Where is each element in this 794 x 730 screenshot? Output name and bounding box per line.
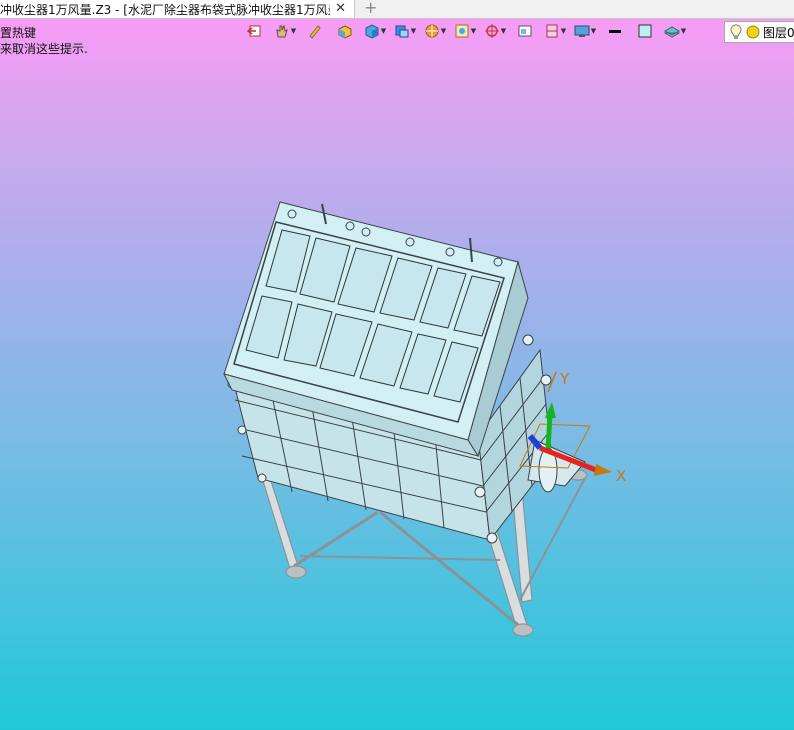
- new-tab-button[interactable]: +: [364, 0, 377, 17]
- cube-icon: [365, 24, 379, 39]
- tab-bar: 冲收尘器1万风量.Z3 - [水泥厂除尘器布袋式脉冲收尘器1万风量] ✕ +: [0, 0, 794, 19]
- frame-icon: [455, 24, 469, 38]
- layer-name: 图层0: [763, 25, 794, 40]
- hand-icon: [276, 24, 288, 38]
- cube-button[interactable]: ▼: [360, 20, 390, 42]
- y-axis-arrow: [545, 415, 553, 449]
- support-leg-left: [261, 477, 301, 576]
- layer-stack-icon: [663, 26, 680, 38]
- pencil-icon: [309, 25, 321, 39]
- display-icon: [574, 25, 590, 37]
- exit-sketch-button[interactable]: [240, 20, 270, 42]
- window-icon: [518, 25, 532, 37]
- exit-sketch-icon: [247, 25, 261, 37]
- close-icon[interactable]: ✕: [335, 0, 346, 18]
- target-icon: [484, 24, 499, 38]
- section-icon: [546, 24, 558, 38]
- sketch-button[interactable]: [300, 20, 330, 42]
- view-cube-button[interactable]: ▼: [390, 20, 420, 42]
- view-cube-icon: [395, 25, 409, 38]
- graphics-viewport[interactable]: X Y 置热键 来取消这些提示.: [0, 19, 794, 730]
- line-icon: [609, 30, 621, 33]
- hint-line-1: 置热键: [0, 26, 37, 40]
- frame-button[interactable]: ▼: [450, 20, 480, 42]
- color-button[interactable]: [630, 20, 660, 42]
- section-button[interactable]: ▼: [540, 20, 570, 42]
- foot-pad-front: [512, 623, 534, 637]
- layer-stack-button[interactable]: ▼: [660, 20, 690, 42]
- box-icon: [338, 25, 352, 39]
- layer-selector[interactable]: 图层0: [724, 21, 794, 43]
- model-graphics[interactable]: X Y: [0, 19, 794, 730]
- render-button[interactable]: ▼: [420, 20, 450, 42]
- foot-pad-left: [285, 565, 307, 579]
- box-button[interactable]: [330, 20, 360, 42]
- lightbulb-icon[interactable]: [729, 24, 743, 40]
- line-style-button[interactable]: [600, 20, 630, 42]
- target-button[interactable]: ▼: [480, 20, 510, 42]
- color-icon: [638, 24, 652, 38]
- render-icon: [425, 24, 439, 38]
- y-axis-label: Y: [559, 370, 570, 388]
- x-axis-label: X: [616, 467, 626, 485]
- brace-4: [519, 477, 586, 601]
- window-button[interactable]: [510, 20, 540, 42]
- pan-button[interactable]: ▼: [270, 20, 300, 42]
- brace-3: [299, 555, 501, 561]
- document-tab-title: 冲收尘器1万风量.Z3 - [水泥厂除尘器布袋式脉冲收尘器1万风量]: [0, 2, 330, 17]
- document-tab[interactable]: 冲收尘器1万风量.Z3 - [水泥厂除尘器布袋式脉冲收尘器1万风量] ✕: [0, 0, 355, 18]
- hint-line-2: 来取消这些提示.: [0, 42, 88, 56]
- display-button[interactable]: ▼: [570, 20, 600, 42]
- layer-color-icon: [746, 25, 760, 39]
- view-toolbar: ▼ ▼ ▼ ▼ ▼ ▼ ▼ ▼ ▼: [240, 20, 690, 42]
